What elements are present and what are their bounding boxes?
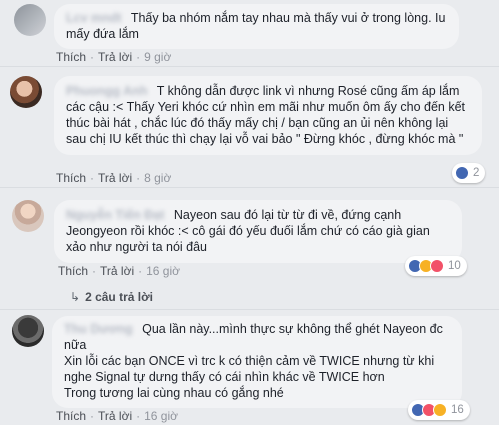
avatar[interactable] [12,200,44,232]
like-link[interactable]: Thích [56,171,86,185]
comment-actions: Thích · Trả lời · 16 giờ [58,264,180,278]
replies-count: 2 câu trả lời [85,290,153,304]
avatar[interactable] [14,4,46,36]
timestamp[interactable]: 16 giờ [146,264,180,278]
comment-author[interactable]: Lcv mndt [66,10,122,26]
reply-arrow-icon: ↳ [70,290,81,304]
reply-link[interactable]: Trả lời [98,50,132,64]
view-replies-link[interactable]: ↳ 2 câu trả lời [70,290,153,304]
avatar[interactable] [12,315,44,347]
love-reaction-icon [430,259,444,273]
comment-actions: Thích · Trả lời · 8 giờ [56,171,172,185]
reaction-count: 10 [448,260,461,272]
reply-link[interactable]: Trả lời [98,409,132,423]
comment-bubble: Lcv mndt Thấy ba nhóm nắm tay nhau mà th… [54,4,459,49]
comment-bubble: Nguyễn Tiến Đạt Nayeon sau đó lại từ từ … [54,200,462,263]
like-link[interactable]: Thích [58,264,88,278]
sad-reaction-icon [433,403,447,417]
timestamp[interactable]: 16 giờ [144,409,178,423]
comment-author[interactable]: Nguyễn Tiến Đạt [66,207,164,223]
like-link[interactable]: Thích [56,409,86,423]
reply-link[interactable]: Trả lời [100,264,134,278]
divider [0,309,499,310]
comment-author[interactable]: Phuongg Anh [66,83,147,99]
reaction-summary[interactable]: 2 [452,163,486,183]
avatar[interactable] [10,76,42,108]
comment-bubble: Phuongg Anh T không dẫn được link vì như… [54,76,482,155]
comment-actions: Thích · Trả lời · 9 giờ [56,50,172,64]
like-link[interactable]: Thích [56,50,86,64]
reaction-summary[interactable]: 16 [408,400,470,420]
reply-link[interactable]: Trả lời [98,171,132,185]
comment-author[interactable]: Thu Dương [64,321,133,337]
like-reaction-icon [455,166,469,180]
reaction-count: 16 [451,404,464,416]
comment-bubble: Thu Dương Qua lần này...mình thực sự khô… [52,316,462,408]
divider [0,66,499,67]
divider [0,187,499,188]
reaction-summary[interactable]: 10 [405,256,467,276]
timestamp[interactable]: 9 giờ [144,50,171,64]
timestamp[interactable]: 8 giờ [144,171,171,185]
comment-text: Thấy ba nhóm nắm tay nhau mà thấy vui ở … [66,11,446,41]
comment-actions: Thích · Trả lời · 16 giờ [56,409,178,423]
reaction-count: 2 [473,167,480,179]
